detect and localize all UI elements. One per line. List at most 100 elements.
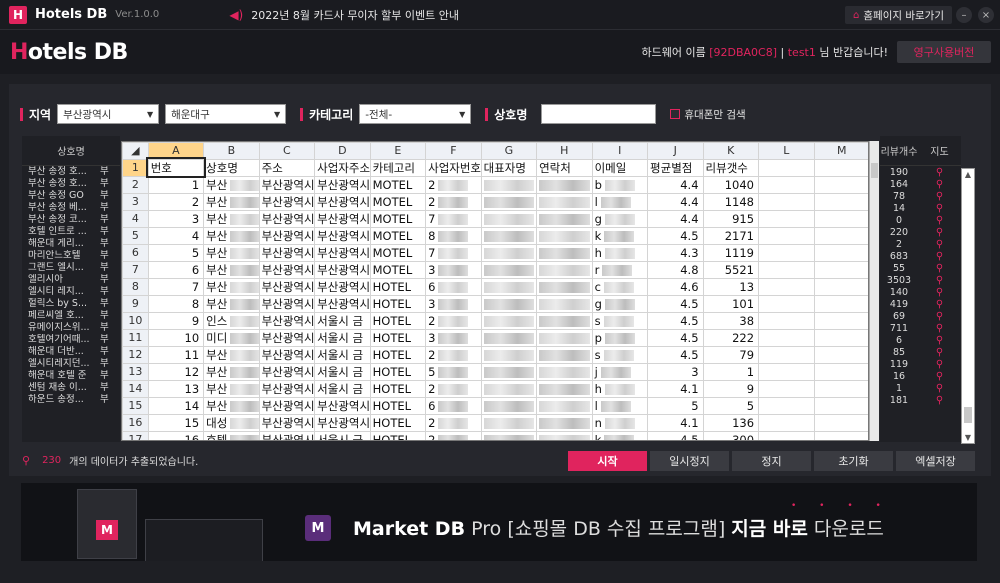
table-cell[interactable]: 1 [147, 175, 205, 194]
column-header[interactable]: H [536, 142, 593, 160]
scroll-up-icon[interactable]: ▲ [962, 170, 974, 179]
table-cell[interactable]: 3 [425, 260, 482, 279]
table-cell[interactable]: 4.5 [647, 430, 704, 440]
table-cell[interactable]: 미디 [203, 328, 260, 347]
header-cell[interactable]: 번호 [146, 157, 206, 178]
table-cell[interactable]: 부산광역시 [258, 328, 316, 347]
table-cell[interactable] [480, 294, 538, 313]
table-cell[interactable]: 부산광역시 [258, 175, 316, 194]
table-cell[interactable]: s [591, 345, 649, 364]
column-header[interactable]: C [258, 142, 316, 160]
table-cell[interactable]: HOTEL [369, 430, 427, 440]
table-cell[interactable] [536, 192, 593, 211]
table-cell[interactable] [480, 430, 538, 440]
excel-save-button[interactable]: 엑셀저장 [896, 451, 975, 471]
table-cell[interactable]: MOTEL [369, 175, 427, 194]
column-header[interactable]: A [147, 142, 205, 160]
table-cell[interactable]: 부산광역시 [258, 243, 316, 262]
row-header[interactable]: 5 [122, 226, 149, 245]
table-cell[interactable]: 38 [702, 311, 760, 330]
row-header[interactable]: 11 [122, 328, 149, 347]
table-cell[interactable]: 4.5 [647, 311, 704, 330]
header-cell[interactable]: 상호명 [203, 158, 260, 177]
table-cell[interactable]: MOTEL [369, 192, 427, 211]
table-cell[interactable]: h [591, 243, 649, 262]
table-cell[interactable]: HOTEL [369, 379, 427, 398]
scroll-down-icon[interactable]: ▼ [962, 433, 974, 442]
table-cell[interactable] [536, 294, 593, 313]
table-cell[interactable] [813, 345, 868, 364]
table-cell[interactable]: 79 [702, 345, 760, 364]
column-header[interactable]: F [425, 142, 482, 160]
table-cell[interactable]: 부산광역시 [314, 226, 371, 245]
table-cell[interactable]: b [591, 175, 649, 194]
table-cell[interactable] [813, 209, 868, 228]
map-pin-icon[interactable]: ⚲ [918, 275, 961, 286]
table-cell[interactable]: 5 [647, 396, 704, 415]
table-cell[interactable] [758, 362, 815, 381]
map-pin-icon[interactable]: ⚲ [918, 311, 961, 322]
table-cell[interactable]: 부산광역시 [314, 260, 371, 279]
table-cell[interactable] [813, 226, 868, 245]
table-cell[interactable] [758, 209, 815, 228]
table-cell[interactable]: 서울시 금 [314, 430, 371, 440]
row-header[interactable]: 6 [122, 243, 149, 262]
table-cell[interactable] [536, 328, 593, 347]
table-cell[interactable] [813, 396, 868, 415]
table-cell[interactable]: 4 [147, 226, 205, 245]
minimize-button[interactable]: – [956, 7, 972, 23]
table-cell[interactable]: 대성 [203, 413, 260, 432]
table-cell[interactable]: 136 [702, 413, 760, 432]
table-cell[interactable]: 부산광역시 [258, 226, 316, 245]
table-cell[interactable]: 부산 [203, 192, 260, 211]
table-cell[interactable] [480, 379, 538, 398]
table-cell[interactable]: 부산광역시 [314, 277, 371, 296]
table-cell[interactable] [758, 277, 815, 296]
header-cell[interactable]: 대표자명 [480, 158, 538, 177]
table-cell[interactable] [480, 175, 538, 194]
row-header[interactable]: 2 [122, 175, 149, 194]
table-cell[interactable] [480, 362, 538, 381]
table-cell[interactable] [758, 345, 815, 364]
table-cell[interactable]: 부산광역시 [314, 192, 371, 211]
table-cell[interactable]: HOTEL [369, 413, 427, 432]
table-cell[interactable]: 4.4 [647, 192, 704, 211]
table-cell[interactable]: j [591, 362, 649, 381]
table-cell[interactable] [480, 243, 538, 262]
table-cell[interactable] [758, 379, 815, 398]
map-pin-icon[interactable]: ⚲ [918, 383, 961, 394]
table-cell[interactable]: 2171 [702, 226, 760, 245]
header-cell[interactable]: 이메일 [591, 158, 649, 177]
column-header[interactable]: I [591, 142, 649, 160]
table-cell[interactable] [480, 209, 538, 228]
spreadsheet[interactable]: ◢ A B C D E F G H I J K L M 1 번호 상호명 주소 사업자주소 카테고리 사업자번호 대표자… [121, 141, 869, 441]
table-cell[interactable]: 2 [147, 192, 205, 211]
table-cell[interactable] [813, 243, 868, 262]
start-button[interactable]: 시작 [568, 451, 647, 471]
table-cell[interactable]: 1148 [702, 192, 760, 211]
name-input[interactable] [541, 104, 657, 124]
table-cell[interactable] [536, 260, 593, 279]
table-cell[interactable]: 부산광역시 [258, 192, 316, 211]
row-header[interactable]: 16 [122, 413, 149, 432]
row-header[interactable]: 4 [122, 209, 149, 228]
column-header[interactable]: G [480, 142, 538, 160]
table-cell[interactable]: l [591, 396, 649, 415]
table-cell[interactable] [813, 260, 868, 279]
map-pin-icon[interactable]: ⚲ [918, 215, 961, 226]
table-cell[interactable]: 인스 [203, 311, 260, 330]
table-cell[interactable] [758, 413, 815, 432]
table-cell[interactable]: l [591, 192, 649, 211]
table-cell[interactable]: 4.1 [647, 379, 704, 398]
table-cell[interactable]: 부산광역시 [258, 430, 316, 440]
table-cell[interactable]: 부산광역시 [258, 311, 316, 330]
row-header[interactable]: 14 [122, 379, 149, 398]
district-select[interactable]: 해운대구 ▼ [165, 104, 287, 124]
table-cell[interactable]: 6 [147, 260, 205, 279]
table-cell[interactable]: 5521 [702, 260, 760, 279]
license-button[interactable]: 영구사용버전 [897, 41, 991, 63]
table-cell[interactable] [813, 277, 868, 296]
table-cell[interactable]: 부산광역시 [258, 209, 316, 228]
table-cell[interactable]: 부산광역시 [314, 413, 371, 432]
header-cell[interactable] [813, 158, 868, 177]
